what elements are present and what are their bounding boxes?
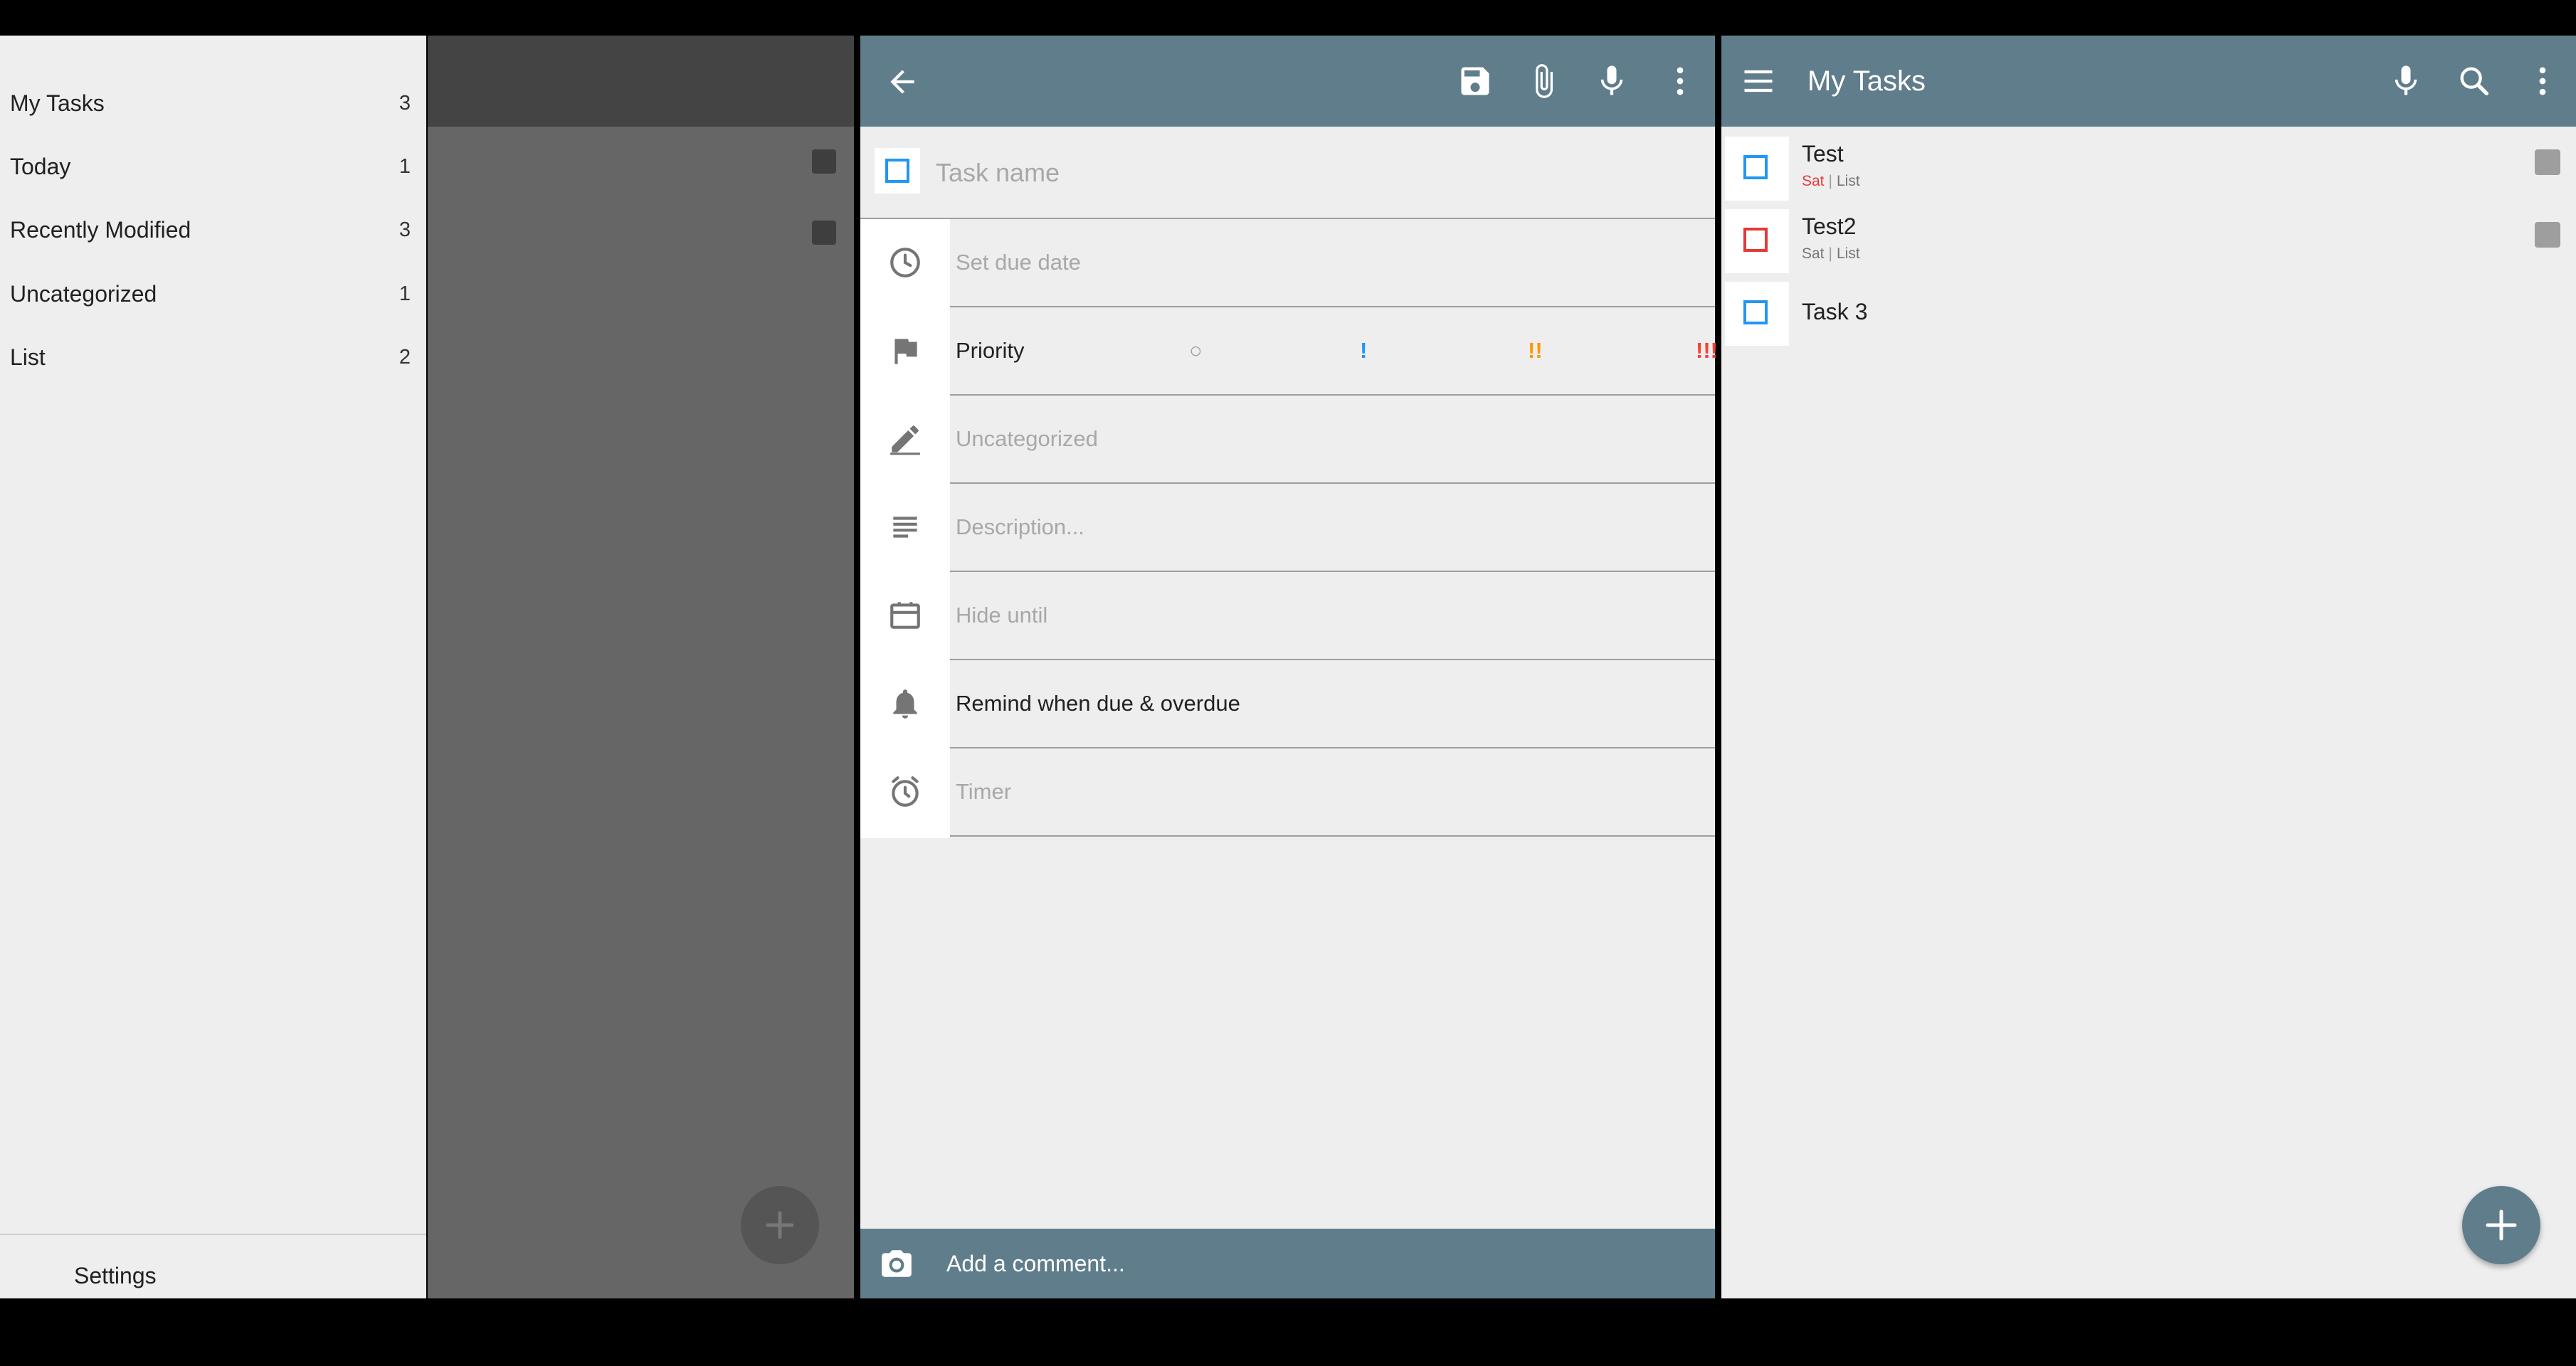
add-task-button[interactable] — [2462, 1186, 2540, 1264]
save-icon[interactable] — [1457, 63, 1494, 100]
drawer-item-uncategorized[interactable]: Uncategorized 1 — [10, 272, 411, 315]
drawer-item-count: 3 — [398, 91, 411, 115]
plus-icon — [2486, 1209, 2517, 1241]
drawer-item-recently-modified[interactable]: Recently Modified 3 — [10, 208, 411, 251]
description-field: Description... — [956, 514, 1084, 539]
priority-high-option[interactable]: !!! — [1696, 307, 1718, 394]
category-row[interactable]: Uncategorized — [950, 396, 1715, 484]
flag-icon — [887, 333, 923, 369]
drawer-item-count: 3 — [398, 218, 411, 241]
hide-until-label: Hide until — [956, 603, 1048, 628]
comment-input[interactable]: Add a comment... — [946, 1229, 1125, 1298]
category-label: Uncategorized — [956, 426, 1098, 451]
mic-icon[interactable] — [2387, 63, 2424, 100]
search-icon[interactable] — [2456, 63, 2493, 100]
alarm-icon — [887, 774, 923, 810]
editor-icon-column — [860, 219, 950, 838]
hide-until-row[interactable]: Hide until — [950, 572, 1715, 660]
drawer-divider — [0, 1234, 426, 1235]
meta-separator: | — [1828, 173, 1832, 189]
drawer-item-today[interactable]: Today 1 — [10, 145, 411, 188]
more-vert-icon[interactable] — [2524, 63, 2561, 100]
drawer-item-label: Today — [10, 153, 71, 179]
drawer-item-count: 2 — [398, 345, 411, 369]
dimmed-overlay[interactable] — [428, 127, 854, 1298]
task-editor: Set due date Priority ○ ! !! !!! Uncateg… — [860, 36, 1718, 1298]
checkbox-square — [1743, 228, 1768, 252]
task-row[interactable]: Test Sat | List — [1721, 134, 2576, 205]
dimmed-add-button — [741, 1186, 819, 1264]
editor-toolbar — [860, 36, 1715, 127]
drawer-item-count: 1 — [398, 282, 411, 305]
task-title: Test2 — [1802, 213, 1857, 239]
calendar-hide-icon — [887, 598, 923, 633]
task-name-input[interactable] — [934, 148, 1649, 198]
navigation-drawer: My Tasks 3 Today 1 Recently Modified 3 U… — [0, 36, 426, 1298]
task-due: Sat — [1802, 173, 1825, 189]
due-date-label: Set due date — [956, 250, 1081, 275]
reminder-row[interactable]: Remind when due & overdue — [950, 660, 1715, 748]
due-date-row[interactable]: Set due date — [950, 219, 1715, 307]
task-meta: Sat | List — [1802, 245, 1860, 263]
mic-icon[interactable] — [1593, 63, 1630, 100]
drawer-item-label: List — [10, 344, 46, 370]
drawer-item-label: Recently Modified — [10, 216, 191, 243]
task-checkbox[interactable] — [1725, 282, 1789, 346]
drawer-item-count: 1 — [398, 154, 411, 178]
reminder-label: Remind when due & overdue — [956, 691, 1240, 716]
bell-icon — [887, 686, 923, 721]
drawer-item-my-tasks[interactable]: My Tasks 3 — [10, 82, 411, 125]
note-icon — [812, 221, 836, 245]
task-meta: Sat | List — [1802, 173, 1860, 190]
task-checkbox[interactable] — [1725, 137, 1789, 201]
more-vert-icon[interactable] — [1662, 63, 1699, 100]
plus-icon — [766, 1211, 794, 1239]
camera-icon[interactable] — [879, 1246, 914, 1281]
task-checkbox[interactable] — [875, 148, 920, 194]
task-list-name: List — [1837, 245, 1860, 262]
task-title: Test — [1802, 141, 1844, 166]
task-name-row — [860, 127, 1715, 219]
task-list-name: List — [1837, 173, 1860, 189]
task-row[interactable]: Test2 Sat | List — [1721, 206, 2576, 277]
description-row[interactable]: Description... — [950, 484, 1715, 572]
task-checkbox[interactable] — [1725, 209, 1789, 273]
dimmed-toolbar — [428, 36, 854, 127]
task-row[interactable]: Task 3 — [1721, 279, 2576, 350]
priority-row: Priority ○ ! !! !!! — [950, 307, 1718, 396]
tag-pencil-icon — [887, 421, 923, 457]
meta-separator: | — [1828, 245, 1832, 262]
comment-bar: Add a comment... — [860, 1229, 1715, 1298]
drawer-item-list[interactable]: List 2 — [10, 336, 411, 378]
timer-row[interactable]: Timer — [950, 748, 1715, 837]
list-toolbar: My Tasks — [1721, 36, 2576, 127]
checkbox-square — [1743, 155, 1768, 179]
task-due: Sat — [1802, 245, 1825, 262]
drawer-item-label: Uncategorized — [10, 280, 157, 307]
priority-label: Priority — [956, 338, 1025, 363]
notes-icon — [887, 509, 923, 545]
task-list-screen: My Tasks Test Sat | List Test2 Sat | List Ta… — [1721, 36, 2576, 1298]
priority-none-option[interactable]: ○ — [1189, 307, 1203, 394]
checkbox-square — [1743, 300, 1768, 324]
page-title: My Tasks — [1807, 65, 1926, 97]
menu-icon[interactable] — [1740, 63, 1777, 100]
checkbox-square — [885, 159, 909, 183]
back-arrow-icon[interactable] — [885, 64, 920, 100]
attach-icon[interactable] — [1525, 63, 1562, 100]
clock-icon — [887, 245, 923, 280]
note-icon — [812, 149, 836, 174]
priority-low-option[interactable]: ! — [1360, 307, 1367, 394]
timer-label: Timer — [956, 779, 1012, 804]
note-icon — [2535, 222, 2560, 248]
settings-item[interactable]: Settings — [74, 1263, 157, 1289]
task-title: Task 3 — [1802, 299, 1868, 324]
note-icon — [2535, 149, 2560, 175]
priority-medium-option[interactable]: !! — [1528, 307, 1543, 394]
drawer-item-label: My Tasks — [10, 90, 105, 116]
